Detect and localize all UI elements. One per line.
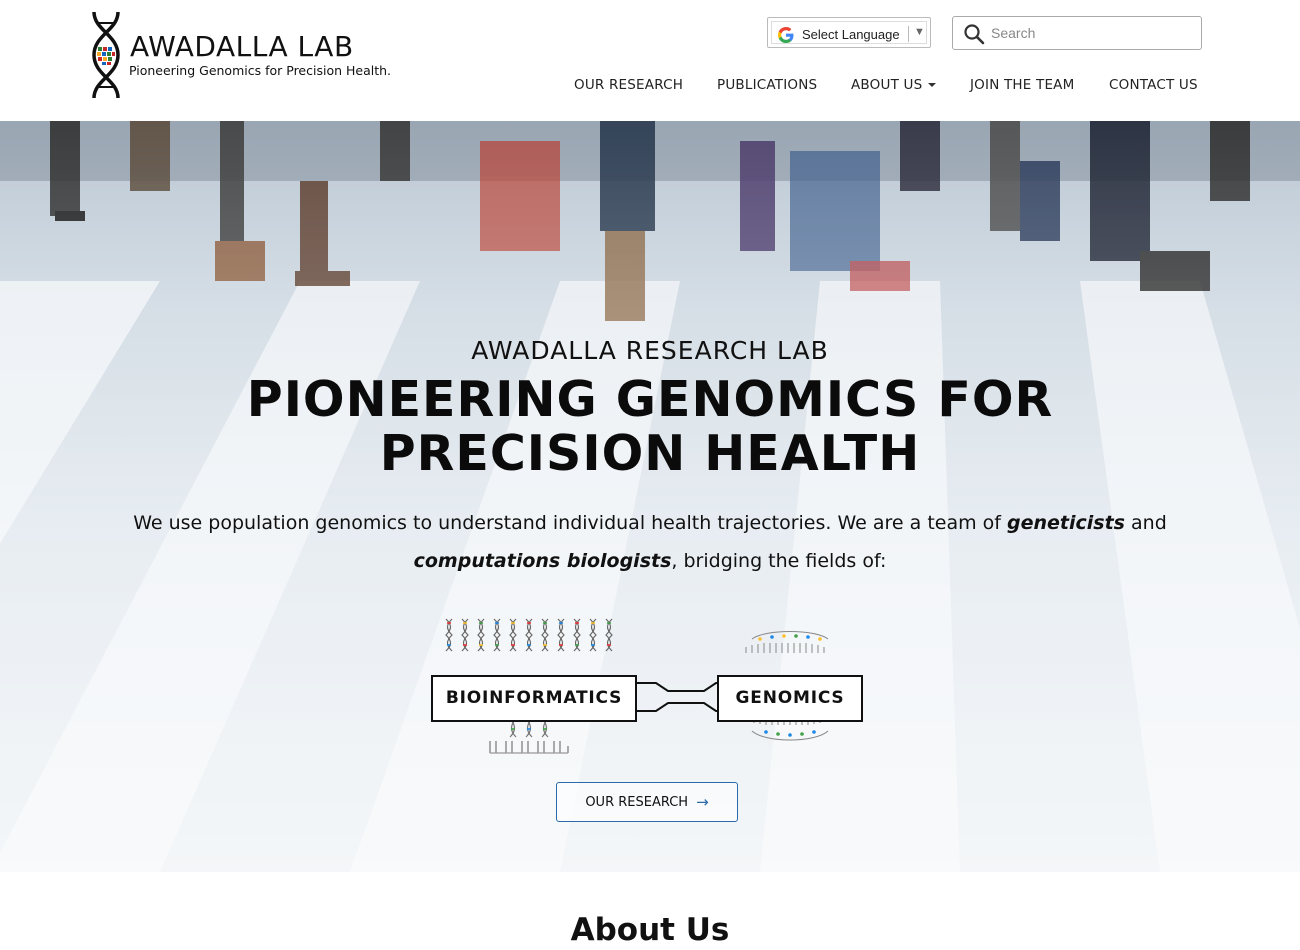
- dna-strands-illustration: [431, 618, 863, 754]
- search-icon: [964, 24, 985, 45]
- language-select-inner: Select Language ▼: [771, 21, 927, 44]
- about-us-heading: About Us: [570, 912, 730, 948]
- search-input[interactable]: [991, 23, 1191, 43]
- hero-eyebrow: AWADALLA RESEARCH LAB: [471, 336, 829, 365]
- hero-desc-emphasis-geneticists: geneticists: [1007, 512, 1125, 534]
- google-g-icon: [778, 27, 794, 43]
- language-select-divider: [908, 26, 909, 42]
- nav-item-about-us[interactable]: ABOUT US: [851, 77, 937, 93]
- caret-down-icon: [928, 83, 937, 87]
- fields-diagram: BIOINFORMATICS GENOMICS: [420, 611, 880, 761]
- field-bioinformatics-label: BIOINFORMATICS: [445, 688, 623, 708]
- language-select[interactable]: Select Language ▼: [767, 17, 931, 48]
- hero-desc-emphasis-biologists: computations biologists: [413, 550, 672, 572]
- search-box[interactable]: [952, 16, 1202, 50]
- nav-item-our-research[interactable]: OUR RESEARCH: [574, 77, 683, 93]
- logo-title: AWADALLA LAB: [130, 30, 354, 63]
- nav-item-publications[interactable]: PUBLICATIONS: [717, 77, 817, 93]
- site-header: AWADALLA LAB Pioneering Genomics for Pre…: [0, 0, 1300, 121]
- hero-section: AWADALLA RESEARCH LAB PIONEERING GENOMIC…: [0, 121, 1300, 872]
- hero-description: We use population genomics to understand…: [130, 504, 1170, 580]
- hero-desc-text-2: and: [1125, 512, 1167, 534]
- logo-tagline: Pioneering Genomics for Precision Health…: [129, 63, 392, 78]
- hero-desc-text-3: , bridging the fields of:: [671, 550, 887, 572]
- main-nav: OUR RESEARCH PUBLICATIONS ABOUT US JOIN …: [0, 77, 1300, 97]
- hero-desc-text-1: We use population genomics to understand…: [133, 512, 1008, 534]
- arrow-right-icon: →: [696, 792, 709, 811]
- nav-item-about-us-label: ABOUT US: [851, 77, 923, 93]
- language-select-label: Select Language: [802, 27, 900, 42]
- field-genomics-label: GENOMICS: [735, 688, 845, 708]
- nav-item-join-the-team[interactable]: JOIN THE TEAM: [970, 77, 1074, 93]
- hero-title: PIONEERING GENOMICS FOR PRECISION HEALTH: [246, 371, 1054, 482]
- our-research-button-label: OUR RESEARCH: [585, 794, 689, 810]
- our-research-button[interactable]: OUR RESEARCH →: [556, 782, 738, 822]
- nav-item-contact-us[interactable]: CONTACT US: [1109, 77, 1198, 93]
- caret-down-icon: ▼: [914, 26, 925, 38]
